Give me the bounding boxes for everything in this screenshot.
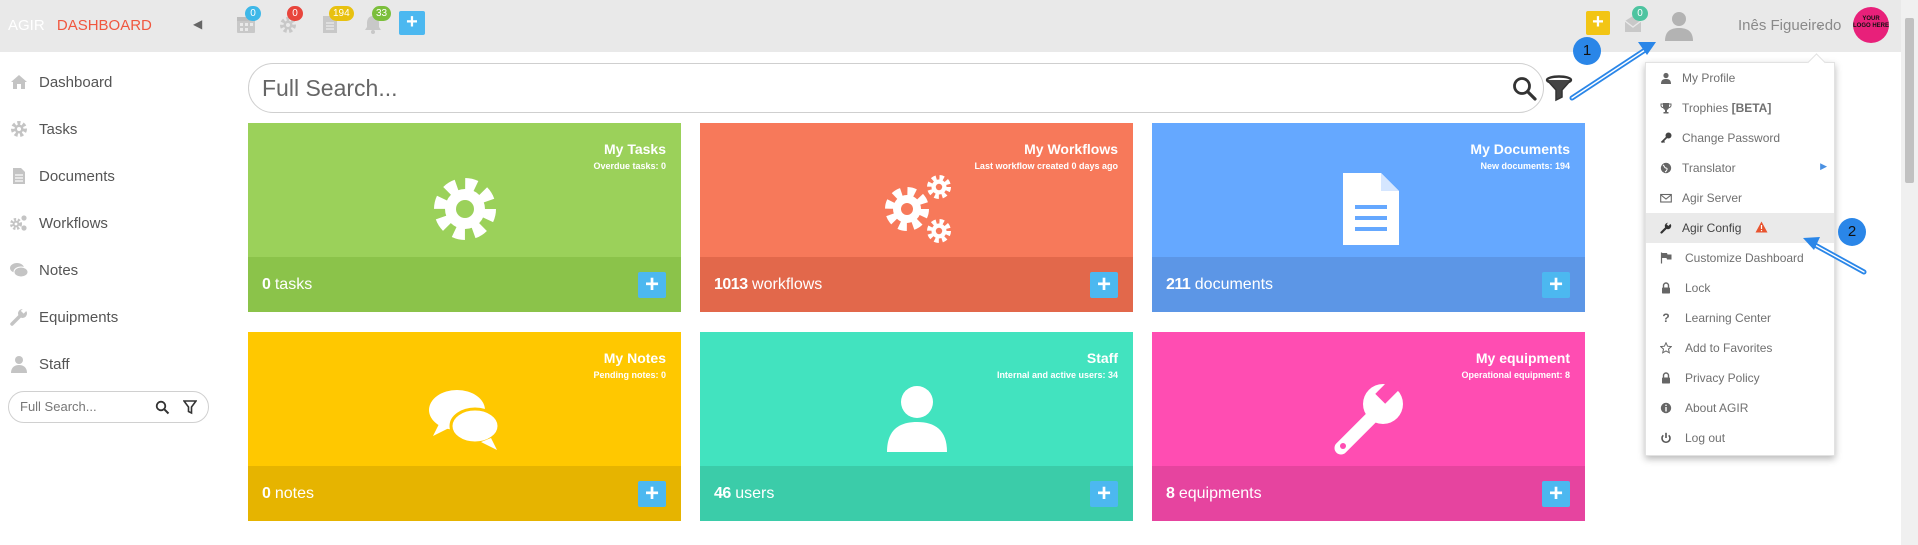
annotation-marker-1: 1 xyxy=(1573,37,1601,65)
annotation-marker-2: 2 xyxy=(1838,218,1866,246)
annotation-arrows xyxy=(1569,42,1867,275)
